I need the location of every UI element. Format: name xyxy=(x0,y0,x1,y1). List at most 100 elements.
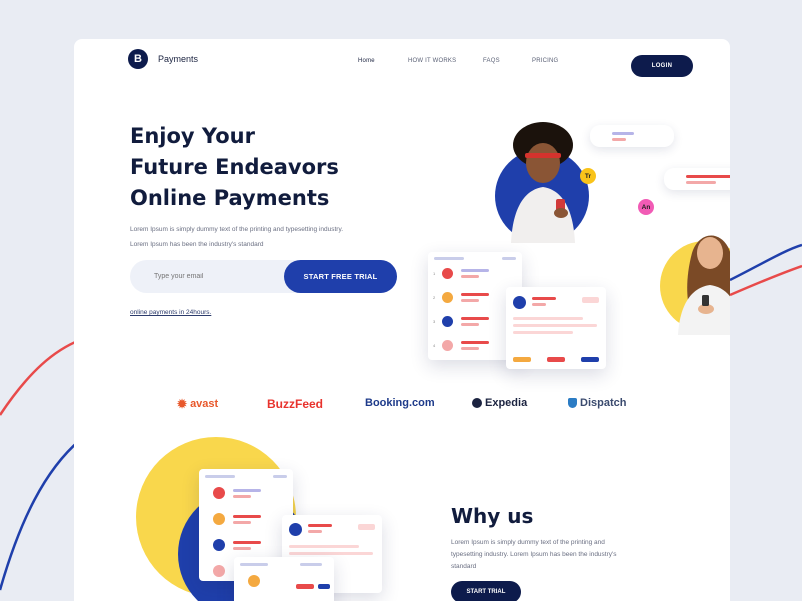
hero-title-line: Enjoy Your xyxy=(130,124,255,148)
brand-name: BuzzFeed xyxy=(267,397,324,411)
list-dot xyxy=(213,565,225,577)
avatar-badge-tr: Tr xyxy=(580,168,596,184)
detail-dashboard-card xyxy=(506,287,606,369)
email-input[interactable] xyxy=(130,260,290,293)
landing-page-card: B Payments Home HOW IT WORKS FAQS PRICIN… xyxy=(74,39,730,601)
why-us-title: Why us xyxy=(451,504,534,528)
nav-pricing[interactable]: PRICING xyxy=(532,58,558,64)
email-signup-form: START FREE TRIAL xyxy=(130,260,397,293)
detail-bar xyxy=(513,317,583,320)
list-number: 3 xyxy=(433,319,436,324)
list-bar xyxy=(461,269,489,272)
card-header-bar xyxy=(240,563,268,566)
brand-booking: Booking.com xyxy=(365,397,435,409)
list-dot xyxy=(213,487,225,499)
logo[interactable]: B Payments xyxy=(128,49,198,69)
detail-bar xyxy=(308,524,332,527)
detail-bar xyxy=(308,530,322,533)
login-button[interactable]: LOGIN xyxy=(631,55,693,77)
brand-name: Expedia xyxy=(485,397,528,409)
hero-title: Enjoy Your Future Endeavors Online Payme… xyxy=(130,121,370,214)
avatar-badge-an: An xyxy=(638,199,654,215)
list-bar xyxy=(233,489,261,492)
detail-bar xyxy=(513,324,597,327)
list-bar xyxy=(461,275,479,278)
brand-expedia: Expedia xyxy=(472,397,527,409)
detail-tag xyxy=(582,297,599,303)
detail-dot xyxy=(513,296,526,309)
brand-logos-row: ✹ avast BuzzFeed Booking.com Expedia Dis… xyxy=(74,397,730,417)
card-header-bar xyxy=(205,475,235,478)
detail-bar xyxy=(289,552,373,555)
detail-bar xyxy=(289,545,359,548)
detail-tag xyxy=(358,524,375,530)
list-dot xyxy=(442,340,453,351)
list-bar xyxy=(233,515,261,518)
list-bar xyxy=(461,293,489,296)
pill-bar xyxy=(686,175,730,178)
pill-bar xyxy=(612,138,626,141)
nav-home[interactable]: Home xyxy=(358,58,375,64)
list-dot xyxy=(442,268,453,279)
person-photo-2 xyxy=(678,235,730,335)
nav-faqs[interactable]: FAQS xyxy=(483,58,500,64)
hero-desc-line: Lorem Ipsum has been the industry's stan… xyxy=(130,241,264,248)
notification-pill xyxy=(590,125,674,147)
brand-avast: ✹ avast xyxy=(177,397,218,411)
hero-title-line: Future Endeavors xyxy=(130,155,339,179)
card-header-bar xyxy=(300,563,322,566)
detail-chip xyxy=(581,357,599,362)
detail-chip xyxy=(296,584,314,589)
hero-link[interactable]: online payments in 24hours. xyxy=(130,309,211,316)
detail-chip xyxy=(513,357,531,362)
list-number: 1 xyxy=(433,271,436,276)
start-trial-button[interactable]: START TRIAL xyxy=(451,581,521,601)
why-us-illustration xyxy=(134,437,394,601)
hero-title-line: Online Payments xyxy=(130,186,330,210)
detail-bar xyxy=(513,331,573,334)
detail-bar xyxy=(532,303,546,306)
list-bar xyxy=(461,341,489,344)
notification-pill xyxy=(664,168,730,190)
why-us-description: Lorem Ipsum is simply dummy text of the … xyxy=(451,539,617,570)
list-dot xyxy=(213,539,225,551)
detail-chip xyxy=(547,357,565,362)
list-bar xyxy=(461,347,479,350)
person-photo-1 xyxy=(511,122,575,243)
start-free-trial-button[interactable]: START FREE TRIAL xyxy=(284,260,397,293)
pill-bar xyxy=(686,181,716,184)
list-bar xyxy=(233,541,261,544)
list-bar xyxy=(461,323,479,326)
list-bar xyxy=(461,299,479,302)
brand-name: Booking.com xyxy=(365,397,435,409)
list-number: 4 xyxy=(433,343,436,348)
list-dot xyxy=(442,292,453,303)
logo-b-icon: B xyxy=(128,49,148,69)
nav-how-it-works[interactable]: HOW IT WORKS xyxy=(408,58,456,64)
detail-dot xyxy=(289,523,302,536)
hero-desc-line: Lorem Ipsum is simply dummy text of the … xyxy=(130,226,344,233)
list-number: 2 xyxy=(433,295,436,300)
card-header-bar xyxy=(434,257,464,260)
avast-logo-icon: ✹ xyxy=(177,397,188,411)
expedia-globe-icon xyxy=(472,398,482,408)
logo-text: Payments xyxy=(158,54,199,64)
list-dot xyxy=(248,575,260,587)
brand-dispatch: Dispatch xyxy=(568,397,626,409)
list-bar xyxy=(233,547,251,550)
list-dot xyxy=(442,316,453,327)
list-bar xyxy=(233,521,251,524)
card-header-bar xyxy=(273,475,287,478)
list-bar xyxy=(233,495,251,498)
hero-illustration: An Tr 1 2 3 4 xyxy=(426,119,730,369)
card-header-bar xyxy=(502,257,516,260)
list-dot xyxy=(213,513,225,525)
list-bar xyxy=(461,317,489,320)
brand-name: avast xyxy=(190,398,219,410)
brand-name: Dispatch xyxy=(580,397,627,409)
mini-dashboard-card xyxy=(234,557,334,601)
detail-chip xyxy=(318,584,330,589)
dispatch-shield-icon xyxy=(568,398,577,408)
brand-buzzfeed: BuzzFeed xyxy=(267,397,323,411)
detail-bar xyxy=(532,297,556,300)
